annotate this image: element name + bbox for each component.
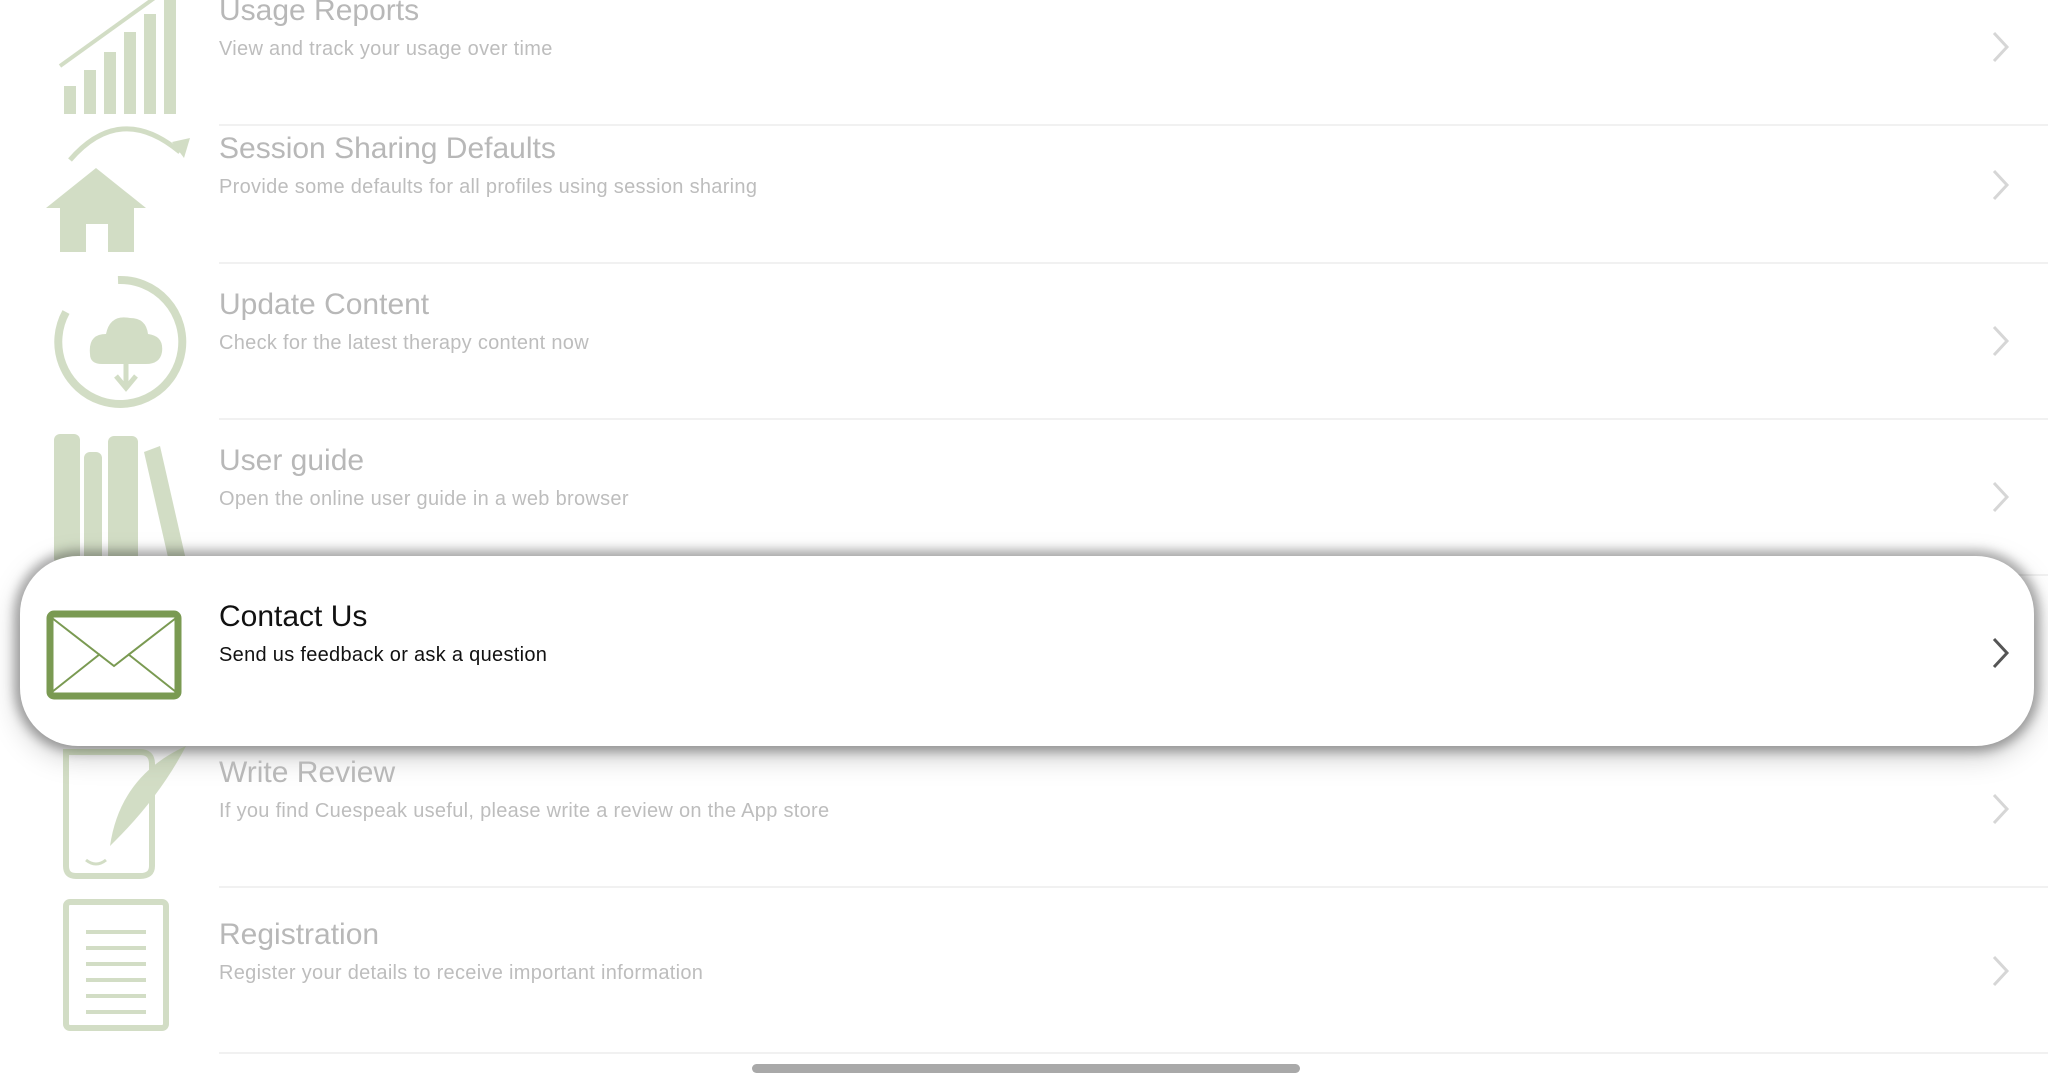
item-title: Update Content (219, 288, 430, 321)
list-item-contact-us[interactable]: Contact Us Send us feedback or ask a que… (0, 576, 2048, 732)
list-item-user-guide[interactable]: User guide Open the online user guide in… (0, 420, 2048, 576)
home-indicator[interactable] (752, 1064, 1300, 1073)
chevron-right-icon (1992, 169, 2010, 201)
item-subtitle: If you find Cuespeak useful, please writ… (219, 800, 830, 822)
item-title: Usage Reports (219, 0, 420, 27)
list-item-update-content[interactable]: Update Content Check for the latest ther… (0, 264, 2048, 420)
item-title: Write Review (219, 756, 396, 789)
house-share-icon (40, 112, 200, 260)
item-subtitle: View and track your usage over time (219, 38, 553, 60)
chevron-right-icon (1992, 637, 2010, 669)
chevron-right-icon (1992, 31, 2010, 63)
bar-chart-icon (40, 0, 200, 122)
chevron-right-icon (1992, 955, 2010, 987)
item-title: Session Sharing Defaults (219, 132, 556, 165)
chevron-right-icon (1992, 481, 2010, 513)
list-item-registration[interactable]: Registration Register your details to re… (0, 898, 2048, 1054)
quill-icon (40, 736, 200, 884)
chevron-right-icon (1992, 325, 2010, 357)
list-item-write-review[interactable]: Write Review If you find Cuespeak useful… (0, 732, 2048, 888)
item-subtitle: Send us feedback or ask a question (219, 644, 548, 666)
document-icon (40, 888, 200, 1036)
divider (219, 886, 2048, 888)
item-title: User guide (219, 444, 365, 477)
item-title: Registration (219, 918, 380, 951)
item-title: Contact Us (219, 600, 368, 633)
item-subtitle: Provide some defaults for all profiles u… (219, 176, 758, 198)
item-subtitle: Open the online user guide in a web brow… (219, 488, 629, 510)
envelope-icon (40, 580, 200, 728)
chevron-right-icon (1992, 793, 2010, 825)
divider (219, 1052, 2048, 1054)
cloud-download-icon (40, 268, 200, 416)
books-icon (40, 424, 200, 572)
list-item-session-sharing[interactable]: Session Sharing Defaults Provide some de… (0, 108, 2048, 264)
item-subtitle: Check for the latest therapy content now (219, 332, 589, 354)
item-subtitle: Register your details to receive importa… (219, 962, 704, 984)
